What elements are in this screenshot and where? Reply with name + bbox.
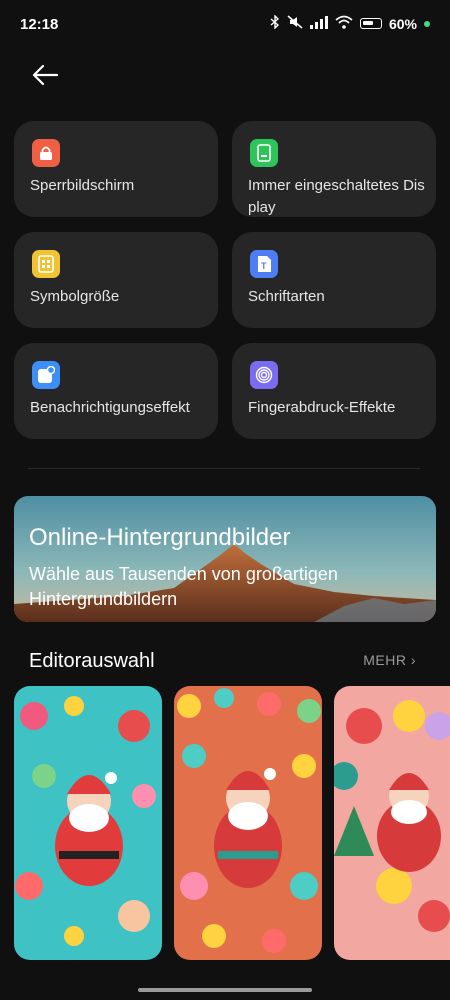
font-icon: T — [250, 250, 278, 278]
chevron-right-icon: › — [410, 652, 416, 668]
battery-icon — [359, 18, 382, 29]
tile-label: Fingerabdruck-Effekte — [248, 399, 396, 416]
banner-subtitle: Wähle aus Tausenden von großartigen Hint… — [29, 564, 338, 609]
svg-text:T: T — [261, 261, 267, 271]
tile-label: Benachrichtigungseffekt — [30, 399, 190, 416]
banner-title: Online-Hintergrundbilder — [29, 524, 291, 551]
tile-label: Schriftarten — [248, 288, 325, 305]
section-divider — [28, 468, 420, 469]
wallpaper-card[interactable] — [174, 686, 322, 960]
battery-percentage: 60% — [388, 15, 417, 32]
lock-icon — [32, 139, 60, 167]
notification-icon — [32, 361, 60, 389]
aod-icon — [250, 139, 278, 167]
tile-notification-effect[interactable]: Benachrichtigungseffekt — [14, 343, 218, 439]
more-label: MEHR — [363, 652, 407, 668]
fingerprint-icon — [250, 361, 278, 389]
wallpaper-santa-ornaments — [334, 686, 450, 960]
wallpaper-santa-teal — [14, 686, 162, 960]
signal-icon — [309, 15, 328, 32]
status-time: 12:18 — [20, 16, 59, 33]
back-button[interactable] — [28, 60, 62, 90]
status-bar: 12:18 60% — [0, 0, 450, 50]
wallpaper-card[interactable] — [14, 686, 162, 960]
tile-label: Immer eingeschaltetes Display — [248, 177, 425, 216]
more-link[interactable]: MEHR › — [363, 652, 416, 668]
home-indicator[interactable] — [138, 988, 312, 992]
tile-icon-size[interactable]: Symbolgröße — [14, 232, 218, 328]
tile-label: Symbolgröße — [30, 288, 120, 305]
tile-label: Sperrbildschirm — [30, 177, 135, 194]
bluetooth-icon — [270, 14, 280, 32]
arrow-left-icon — [32, 64, 59, 86]
privacy-indicator-dot — [424, 20, 430, 27]
wallpaper-santa-candy — [174, 686, 322, 960]
mute-icon — [287, 15, 303, 32]
wallpaper-card[interactable] — [334, 686, 450, 960]
tile-fonts[interactable]: T Schriftarten — [232, 232, 436, 328]
tile-lockscreen[interactable]: Sperrbildschirm — [14, 121, 218, 217]
icon-size-icon — [32, 250, 60, 278]
wifi-icon — [335, 15, 353, 32]
online-wallpapers-banner[interactable]: Online-Hintergrundbilder Wähle aus Tause… — [14, 496, 436, 622]
editor-picks-title: Editorauswahl — [29, 650, 155, 672]
tile-always-on-display[interactable]: Immer eingeschaltetes Display — [232, 121, 436, 217]
tile-fingerprint-effects[interactable]: Fingerabdruck-Effekte — [232, 343, 436, 439]
